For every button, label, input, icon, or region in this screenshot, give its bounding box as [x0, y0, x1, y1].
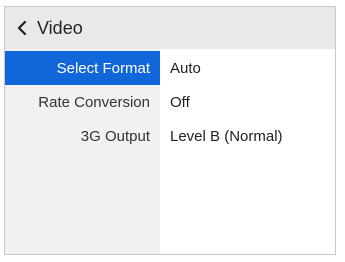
page-title: Video	[37, 17, 83, 38]
video-settings-panel: Video Select Format Auto Rate Conversion…	[4, 6, 336, 255]
setting-row-3g-output[interactable]: 3G Output Level B (Normal)	[5, 119, 335, 153]
setting-label-select-format[interactable]: Select Format	[5, 51, 160, 85]
setting-label-rate-conversion[interactable]: Rate Conversion	[5, 85, 160, 119]
back-navigation[interactable]: Video	[5, 7, 335, 49]
setting-value-rate-conversion[interactable]: Off	[160, 85, 335, 119]
setting-row-rate-conversion[interactable]: Rate Conversion Off	[5, 85, 335, 119]
setting-value-select-format[interactable]: Auto	[160, 51, 335, 85]
setting-label-3g-output[interactable]: 3G Output	[5, 119, 160, 153]
setting-row-select-format[interactable]: Select Format Auto	[5, 51, 335, 85]
chevron-left-icon[interactable]	[15, 20, 29, 36]
setting-value-3g-output[interactable]: Level B (Normal)	[160, 119, 335, 153]
